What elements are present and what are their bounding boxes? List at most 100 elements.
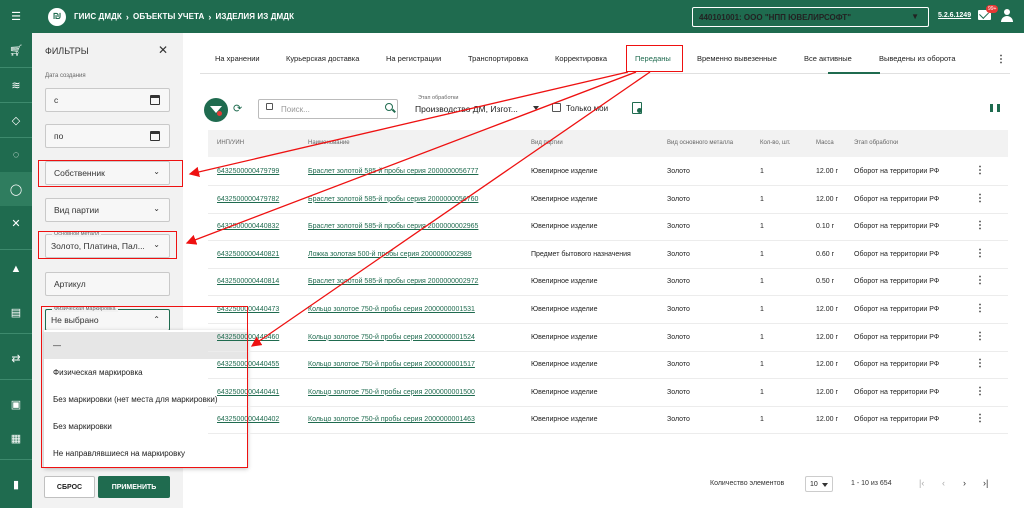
row-name-link[interactable]: Браслет золотой 585-й пробы серия 200000… bbox=[308, 168, 478, 175]
row-more-icon[interactable]: ⋮ bbox=[975, 248, 985, 259]
tab-all-active[interactable]: Все активные bbox=[804, 54, 852, 63]
row-more-icon[interactable]: ⋮ bbox=[975, 165, 985, 176]
breadcrumb-item-objects[interactable]: ОБЪЕКТЫ УЧЕТА bbox=[133, 12, 204, 21]
version-link[interactable]: 5.2.6.1249 bbox=[938, 12, 971, 19]
header-batch-type[interactable]: Вид партии bbox=[531, 140, 563, 146]
stage-select[interactable]: Производство ДМ, Изгот... bbox=[415, 104, 518, 114]
user-icon[interactable] bbox=[1001, 9, 1013, 23]
only-mine-label[interactable]: Только мои bbox=[566, 104, 608, 113]
row-more-icon[interactable]: ⋮ bbox=[975, 303, 985, 314]
page-size-select[interactable]: 10 bbox=[805, 476, 833, 492]
excel-export-icon[interactable] bbox=[632, 102, 642, 114]
table-row[interactable]: 6432500000440814 Браслет золотой 585-й пр… bbox=[208, 268, 1008, 297]
owner-select[interactable]: Собственник ⌄ bbox=[45, 161, 170, 185]
row-more-icon[interactable]: ⋮ bbox=[975, 358, 985, 369]
list-card-icon[interactable]: ▦ bbox=[0, 421, 32, 455]
row-name-link[interactable]: Браслет золотой 585-й пробы серия 200000… bbox=[308, 223, 478, 230]
tab-temporarily-exported[interactable]: Временно вывезенные bbox=[697, 54, 777, 63]
table-row[interactable]: 6432500000440455 Кольцо золотое 750-й про… bbox=[208, 351, 1008, 380]
gem-icon[interactable]: ◇ bbox=[0, 103, 32, 137]
sync-icon[interactable]: ⇄ bbox=[0, 341, 32, 375]
reset-button[interactable]: СБРОС bbox=[44, 476, 95, 498]
row-inp-link[interactable]: 6432500000440832 bbox=[217, 223, 279, 230]
tab-withdrawn[interactable]: Выведены из оборота bbox=[879, 54, 956, 63]
row-name-link[interactable]: Ложка золотая 500-й пробы серия 20000000… bbox=[308, 251, 472, 258]
clipboard-icon[interactable]: ▤ bbox=[0, 295, 32, 329]
next-page-icon[interactable]: › bbox=[963, 478, 966, 488]
batch-type-select[interactable]: Вид партии ⌄ bbox=[45, 198, 170, 222]
cart-icon[interactable]: 🛒︎ bbox=[0, 33, 32, 67]
row-name-link[interactable]: Браслет золотой 585-й пробы серия 200000… bbox=[308, 196, 478, 203]
header-inp[interactable]: ИНП/УИН bbox=[217, 140, 244, 146]
header-metal[interactable]: Вид основного металла bbox=[667, 140, 733, 146]
row-inp-link[interactable]: 6432500000440441 bbox=[217, 389, 279, 396]
row-name-link[interactable]: Кольцо золотое 750-й пробы серия 2000000… bbox=[308, 334, 475, 341]
more-vert-icon[interactable]: ⋮ bbox=[996, 54, 1006, 65]
organization-select[interactable]: 440101001: ООО "НПП ЮВЕЛИРСОФТ" ▼ bbox=[692, 7, 929, 27]
metal-select[interactable]: Основной металл Золото, Платина, Пал... … bbox=[45, 231, 170, 258]
calendar-icon[interactable] bbox=[150, 131, 160, 141]
header-stage[interactable]: Этап обработки bbox=[854, 140, 898, 146]
search-icon[interactable] bbox=[385, 103, 393, 111]
header-name[interactable]: Наименование bbox=[308, 140, 350, 146]
table-row[interactable]: 6432500000440821 Ложка золотая 500-й проб… bbox=[208, 241, 1008, 269]
flask-icon[interactable]: ▲ bbox=[0, 252, 32, 286]
barcode-icon[interactable] bbox=[266, 103, 273, 110]
header-mass[interactable]: Масса bbox=[816, 140, 834, 146]
row-inp-link[interactable]: 6432500000440821 bbox=[217, 251, 279, 258]
document-icon[interactable]: ▮ bbox=[0, 467, 32, 501]
table-row[interactable]: 6432500000479799 Браслет золотой 585-й пр… bbox=[208, 158, 1008, 186]
last-page-icon[interactable]: ›| bbox=[983, 478, 988, 488]
row-inp-link[interactable]: 6432500000440814 bbox=[217, 278, 279, 285]
row-name-link[interactable]: Браслет золотой 585-й пробы серия 200000… bbox=[308, 278, 478, 285]
header-qty[interactable]: Кол-во, шт. bbox=[760, 140, 791, 146]
table-row[interactable]: 6432500000440441 Кольцо золотое 750-й про… bbox=[208, 379, 1008, 407]
caret-down-icon[interactable] bbox=[533, 106, 539, 110]
marking-select[interactable]: Физическая маркировка Не выбрано ⌃ bbox=[45, 306, 170, 331]
breadcrumb-item-root[interactable]: ГИИС ДМДК bbox=[74, 12, 122, 21]
tools-icon[interactable]: ✕ bbox=[0, 206, 32, 240]
row-more-icon[interactable]: ⋮ bbox=[975, 413, 985, 424]
row-more-icon[interactable]: ⋮ bbox=[975, 386, 985, 397]
prev-page-icon[interactable]: ‹ bbox=[942, 478, 945, 488]
apply-button[interactable]: ПРИМЕНИТЬ bbox=[98, 476, 170, 498]
ring-icon[interactable]: ◯ bbox=[0, 172, 32, 206]
row-inp-link[interactable]: 6432500000479799 bbox=[217, 168, 279, 175]
close-icon[interactable]: ✕ bbox=[158, 43, 168, 57]
row-inp-link[interactable]: 6432500000440455 bbox=[217, 361, 279, 368]
tab-courier[interactable]: Курьерская доставка bbox=[286, 54, 359, 63]
row-name-link[interactable]: Кольцо золотое 750-й пробы серия 2000000… bbox=[308, 306, 475, 313]
calendar-icon[interactable] bbox=[150, 95, 160, 105]
layers-icon[interactable]: ≋ bbox=[0, 68, 32, 102]
row-name-link[interactable]: Кольцо золотое 750-й пробы серия 2000000… bbox=[308, 389, 475, 396]
table-row[interactable]: 6432500000440473 Кольцо золотое 750-й про… bbox=[208, 296, 1008, 324]
tab-registration[interactable]: На регистрации bbox=[386, 54, 441, 63]
row-more-icon[interactable]: ⋮ bbox=[975, 193, 985, 204]
id-card-icon[interactable]: ▣ bbox=[0, 387, 32, 421]
row-inp-link[interactable]: 6432500000440460 bbox=[217, 334, 279, 341]
article-input[interactable]: Артикул bbox=[45, 272, 170, 296]
columns-icon[interactable] bbox=[990, 104, 1000, 112]
row-inp-link[interactable]: 6432500000479782 bbox=[217, 196, 279, 203]
row-more-icon[interactable]: ⋮ bbox=[975, 275, 985, 286]
circle-dashed-icon[interactable]: ◌ bbox=[0, 138, 32, 172]
tab-transferred[interactable]: Переданы bbox=[635, 54, 671, 63]
table-row[interactable]: 6432500000440402 Кольцо золотое 750-й про… bbox=[208, 406, 1008, 435]
tab-storage[interactable]: На хранении bbox=[215, 54, 260, 63]
table-row[interactable]: 6432500000440460 Кольцо золотое 750-й про… bbox=[208, 324, 1008, 352]
first-page-icon[interactable]: |‹ bbox=[919, 478, 924, 488]
tab-correction[interactable]: Корректировка bbox=[555, 54, 607, 63]
row-name-link[interactable]: Кольцо золотое 750-й пробы серия 2000000… bbox=[308, 416, 475, 423]
table-row[interactable]: 6432500000479782 Браслет золотой 585-й пр… bbox=[208, 186, 1008, 214]
menu-collapse-icon[interactable]: ☰ bbox=[0, 0, 32, 33]
table-row[interactable]: 6432500000440832 Браслет золотой 585-й пр… bbox=[208, 213, 1008, 242]
row-more-icon[interactable]: ⋮ bbox=[975, 220, 985, 231]
date-from-field[interactable]: с bbox=[45, 88, 170, 112]
date-to-field[interactable]: по bbox=[45, 124, 170, 148]
row-more-icon[interactable]: ⋮ bbox=[975, 331, 985, 342]
row-inp-link[interactable]: 6432500000440473 bbox=[217, 306, 279, 313]
row-inp-link[interactable]: 6432500000440402 bbox=[217, 416, 279, 423]
refresh-icon[interactable]: ⟳ bbox=[233, 102, 242, 115]
only-mine-checkbox[interactable] bbox=[552, 103, 561, 112]
marking-option-not-sent[interactable]: Не направлявшиеся на маркировку bbox=[44, 440, 248, 467]
